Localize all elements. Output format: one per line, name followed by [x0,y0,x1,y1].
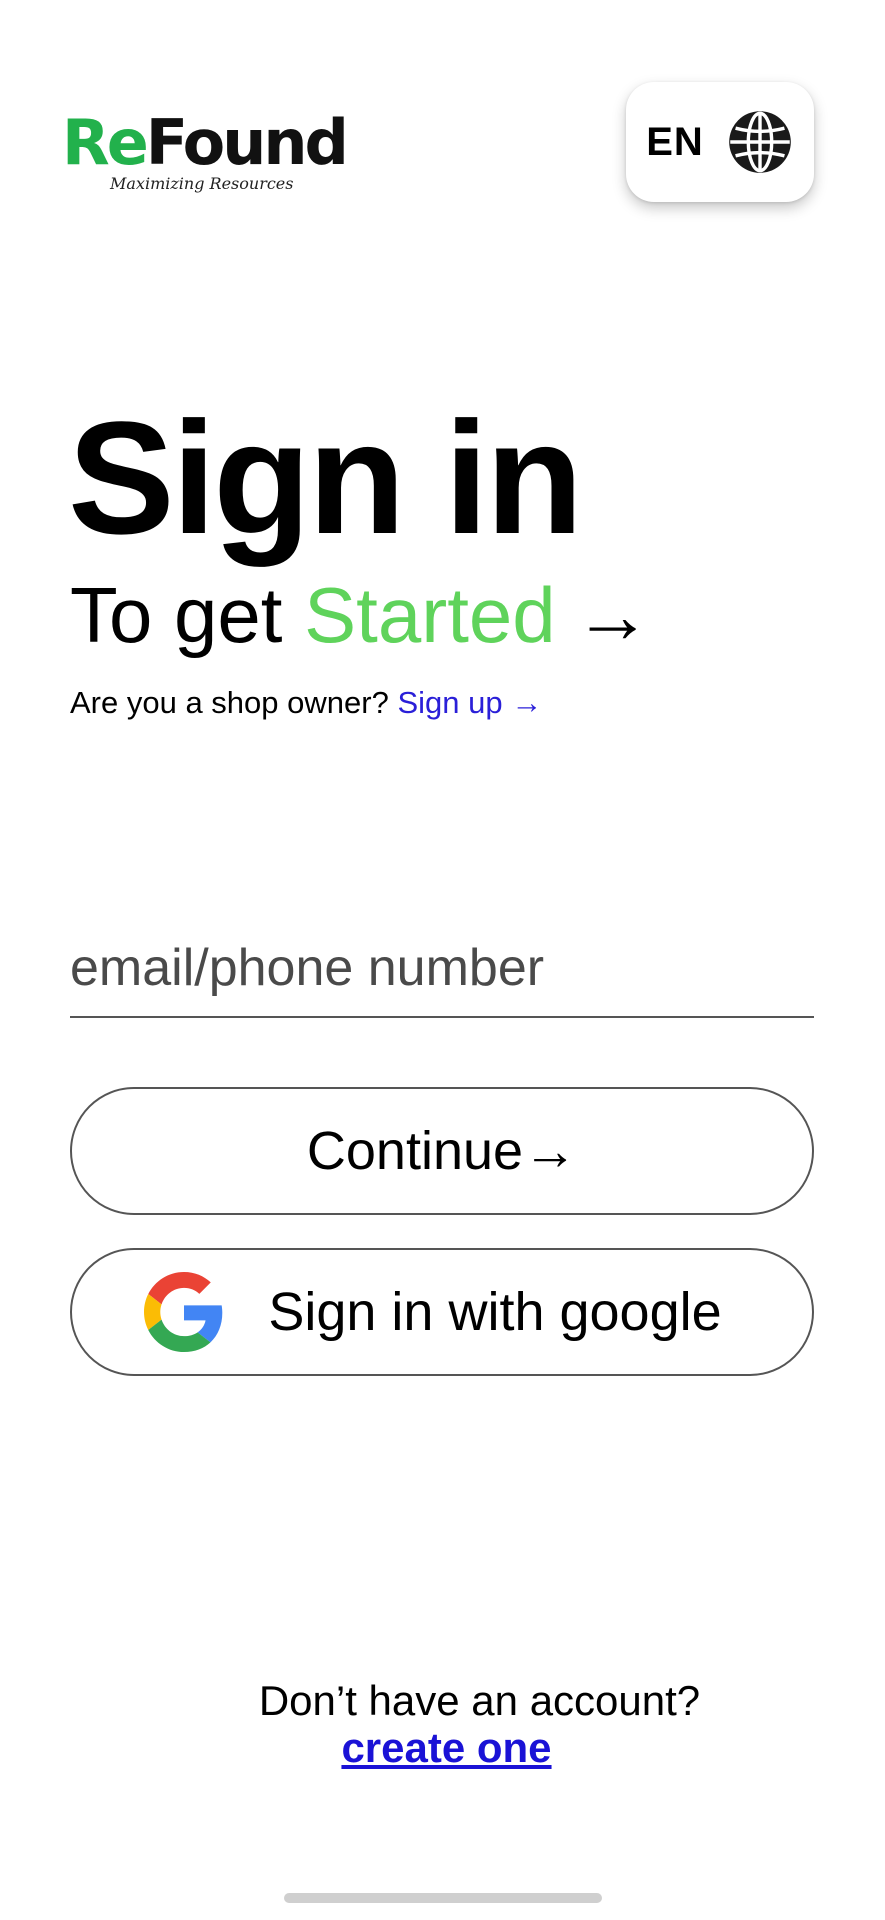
page-subtitle: To get Started → [70,570,652,660]
create-account-link[interactable]: create one [341,1724,551,1771]
create-account-link-container: create one [0,1722,885,1774]
sign-in-screen: ReFound Maximizing Resources EN Sign in … [0,0,885,1920]
globe-icon [728,111,791,173]
logo-wordmark: ReFound [62,106,349,179]
language-selector-button[interactable]: EN [626,82,814,202]
shop-owner-question: Are you a shop owner? [70,685,398,720]
logo-tagline: Maximizing Resources [110,174,294,193]
continue-button[interactable]: Continue→ [70,1087,814,1215]
logo-re: Re [62,106,149,179]
page-title: Sign in [68,388,583,567]
arrow-right-icon: → [573,571,652,659]
refound-logo: ReFound Maximizing Resources [62,108,349,198]
subtitle-accent: Started [304,571,556,659]
no-account-prompt: Don’t have an account? [258,1677,701,1724]
continue-button-label: Continue→ [306,1121,578,1181]
shop-owner-signup-link[interactable]: Sign up → [397,685,542,720]
google-button-label: Sign in with google [268,1282,722,1342]
subtitle-prefix: To get [70,571,305,659]
language-label: EN [646,119,704,164]
google-sign-in-button[interactable]: Sign in with google [70,1248,814,1376]
google-icon [144,1272,223,1352]
email-field-container [70,920,814,1018]
shop-owner-prompt: Are you a shop owner? Sign up → [70,684,542,722]
home-indicator[interactable] [284,1893,602,1903]
email-phone-input[interactable] [70,920,814,1016]
logo-found: Found [145,106,349,179]
